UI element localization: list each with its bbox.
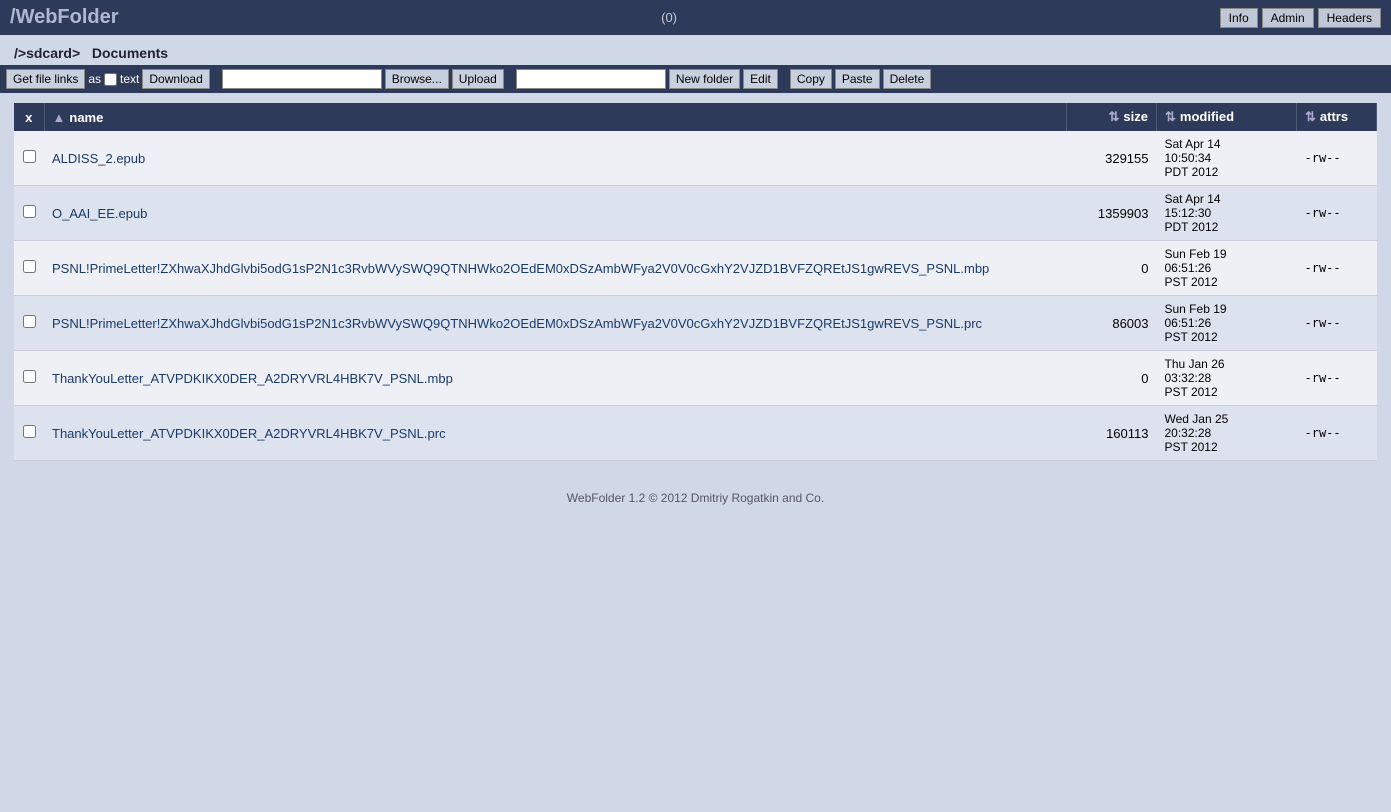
info-button[interactable]: Info bbox=[1220, 8, 1258, 28]
upload-path-input[interactable] bbox=[222, 69, 382, 89]
file-table-container: x ▲name ⇅size ⇅modified ⇅attrs ALDISS_2.… bbox=[14, 103, 1377, 461]
row-modified: Sun Feb 19 06:51:26 PST 2012 bbox=[1157, 296, 1297, 351]
row-size: 329155 bbox=[1067, 131, 1157, 186]
header-bar: /WebFolder (0) Info Admin Headers bbox=[0, 0, 1391, 35]
row-name[interactable]: ThankYouLetter_ATVPDKIKX0DER_A2DRYVRL4HB… bbox=[44, 406, 1067, 461]
row-attrs: -rw-- bbox=[1297, 351, 1377, 406]
row-checkbox-cell bbox=[14, 131, 44, 186]
row-attrs: -rw-- bbox=[1297, 241, 1377, 296]
row-size: 0 bbox=[1067, 351, 1157, 406]
row-checkbox[interactable] bbox=[23, 425, 36, 438]
table-row: O_AAI_EE.epub 1359903Sat Apr 14 15:12:30 … bbox=[14, 186, 1377, 241]
row-attrs: -rw-- bbox=[1297, 296, 1377, 351]
row-modified: Sat Apr 14 10:50:34 PDT 2012 bbox=[1157, 131, 1297, 186]
as-text-label: as text bbox=[88, 72, 139, 86]
table-row: ThankYouLetter_ATVPDKIKX0DER_A2DRYVRL4HB… bbox=[14, 406, 1377, 461]
download-button[interactable]: Download bbox=[142, 69, 209, 89]
row-modified: Thu Jan 26 03:32:28 PST 2012 bbox=[1157, 351, 1297, 406]
row-checkbox[interactable] bbox=[23, 260, 36, 273]
row-attrs: -rw-- bbox=[1297, 406, 1377, 461]
row-name[interactable]: ThankYouLetter_ATVPDKIKX0DER_A2DRYVRL4HB… bbox=[44, 351, 1067, 406]
table-row: PSNL!PrimeLetter!ZXhwaXJhdGlvbi5odG1sP2N… bbox=[14, 241, 1377, 296]
footer-text: WebFolder 1.2 © 2012 Dmitriy Rogatkin an… bbox=[567, 491, 824, 505]
file-link[interactable]: PSNL!PrimeLetter!ZXhwaXJhdGlvbi5odG1sP2N… bbox=[52, 261, 989, 276]
breadcrumb: />sdcard> Documents bbox=[0, 35, 1391, 65]
row-modified: Sat Apr 14 15:12:30 PDT 2012 bbox=[1157, 186, 1297, 241]
row-size: 160113 bbox=[1067, 406, 1157, 461]
footer: WebFolder 1.2 © 2012 Dmitriy Rogatkin an… bbox=[0, 471, 1391, 525]
file-link[interactable]: ThankYouLetter_ATVPDKIKX0DER_A2DRYVRL4HB… bbox=[52, 426, 446, 441]
col-header-name[interactable]: ▲name bbox=[44, 103, 1067, 131]
row-size: 1359903 bbox=[1067, 186, 1157, 241]
copy-button[interactable]: Copy bbox=[790, 69, 832, 89]
row-name[interactable]: O_AAI_EE.epub bbox=[44, 186, 1067, 241]
edit-button[interactable]: Edit bbox=[743, 69, 778, 89]
file-link[interactable]: ALDISS_2.epub bbox=[52, 151, 145, 166]
row-name[interactable]: ALDISS_2.epub bbox=[44, 131, 1067, 186]
row-checkbox-cell bbox=[14, 296, 44, 351]
col-header-attrs[interactable]: ⇅attrs bbox=[1297, 103, 1377, 131]
row-name[interactable]: PSNL!PrimeLetter!ZXhwaXJhdGlvbi5odG1sP2N… bbox=[44, 296, 1067, 351]
row-checkbox[interactable] bbox=[23, 370, 36, 383]
row-modified: Wed Jan 25 20:32:28 PST 2012 bbox=[1157, 406, 1297, 461]
file-table-body: ALDISS_2.epub 329155Sat Apr 14 10:50:34 P… bbox=[14, 131, 1377, 461]
copy-path-input[interactable] bbox=[516, 69, 666, 89]
breadcrumb-path: />sdcard> bbox=[14, 45, 80, 61]
table-header-row: x ▲name ⇅size ⇅modified ⇅attrs bbox=[14, 103, 1377, 131]
table-row: PSNL!PrimeLetter!ZXhwaXJhdGlvbi5odG1sP2N… bbox=[14, 296, 1377, 351]
row-checkbox[interactable] bbox=[23, 315, 36, 328]
row-checkbox[interactable] bbox=[23, 150, 36, 163]
browse-button[interactable]: Browse... bbox=[385, 69, 449, 89]
table-row: ThankYouLetter_ATVPDKIKX0DER_A2DRYVRL4HB… bbox=[14, 351, 1377, 406]
logo-text: WebFolder bbox=[16, 6, 119, 28]
delete-button[interactable]: Delete bbox=[883, 69, 932, 89]
as-text-checkbox[interactable] bbox=[104, 73, 117, 86]
row-size: 86003 bbox=[1067, 296, 1157, 351]
row-checkbox-cell bbox=[14, 406, 44, 461]
headers-button[interactable]: Headers bbox=[1318, 8, 1381, 28]
upload-button[interactable]: Upload bbox=[452, 69, 504, 89]
new-folder-button[interactable]: New folder bbox=[669, 69, 740, 89]
paste-button[interactable]: Paste bbox=[835, 69, 880, 89]
col-header-x: x bbox=[14, 103, 44, 131]
row-size: 0 bbox=[1067, 241, 1157, 296]
row-attrs: -rw-- bbox=[1297, 131, 1377, 186]
row-checkbox-cell bbox=[14, 351, 44, 406]
row-checkbox-cell bbox=[14, 186, 44, 241]
row-checkbox[interactable] bbox=[23, 205, 36, 218]
header-buttons: Info Admin Headers bbox=[1220, 8, 1381, 28]
col-header-size[interactable]: ⇅size bbox=[1067, 103, 1157, 131]
col-header-modified[interactable]: ⇅modified bbox=[1157, 103, 1297, 131]
row-checkbox-cell bbox=[14, 241, 44, 296]
header-counter: (0) bbox=[661, 10, 677, 25]
row-modified: Sun Feb 19 06:51:26 PST 2012 bbox=[1157, 241, 1297, 296]
breadcrumb-folder: Documents bbox=[92, 45, 168, 61]
row-name[interactable]: PSNL!PrimeLetter!ZXhwaXJhdGlvbi5odG1sP2N… bbox=[44, 241, 1067, 296]
file-link[interactable]: PSNL!PrimeLetter!ZXhwaXJhdGlvbi5odG1sP2N… bbox=[52, 316, 982, 331]
get-file-links-button[interactable]: Get file links bbox=[6, 69, 85, 89]
row-attrs: -rw-- bbox=[1297, 186, 1377, 241]
table-row: ALDISS_2.epub 329155Sat Apr 14 10:50:34 P… bbox=[14, 131, 1377, 186]
toolbar: Get file links as text Download Browse..… bbox=[0, 65, 1391, 93]
file-link[interactable]: O_AAI_EE.epub bbox=[52, 206, 147, 221]
file-table: x ▲name ⇅size ⇅modified ⇅attrs ALDISS_2.… bbox=[14, 103, 1377, 461]
app-logo: /WebFolder bbox=[10, 6, 119, 29]
admin-button[interactable]: Admin bbox=[1262, 8, 1314, 28]
file-link[interactable]: ThankYouLetter_ATVPDKIKX0DER_A2DRYVRL4HB… bbox=[52, 371, 453, 386]
